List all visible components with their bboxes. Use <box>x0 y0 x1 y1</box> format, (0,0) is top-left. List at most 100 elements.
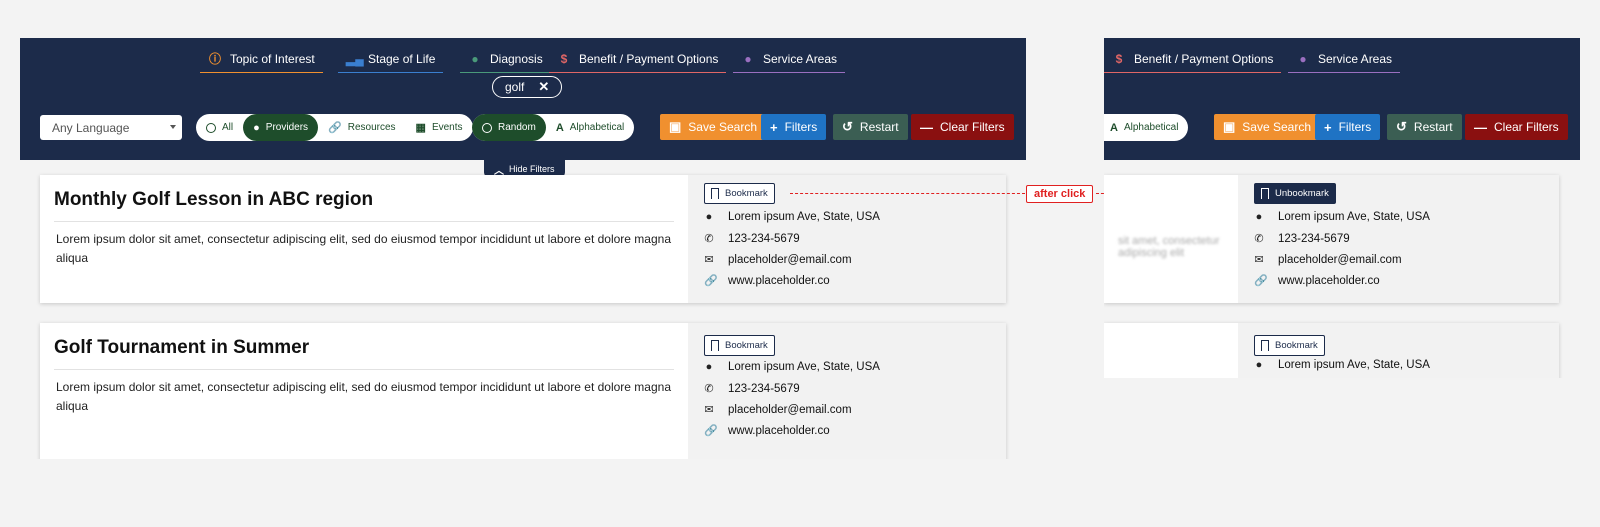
sort-filter-group: Random A Alphabetical <box>472 114 635 141</box>
plus-icon: + <box>1324 119 1332 135</box>
contact-website[interactable]: 🔗 www.placeholder.co <box>704 274 830 288</box>
contact-website[interactable]: 🔗 www.placeholder.co <box>704 424 830 438</box>
restart-button[interactable]: ↺ Restart <box>1387 114 1462 140</box>
save-icon: ▣ <box>669 119 682 134</box>
card-contact-panel: Bookmark ● Lorem ipsum Ave, State, USA ✆ 1… <box>688 323 1006 459</box>
tab-service-areas[interactable]: ● Service Areas <box>733 49 846 73</box>
map-marker-icon: ● <box>1255 359 1263 371</box>
contact-website[interactable]: 🔗 www.placeholder.co <box>1254 274 1380 288</box>
contact-email[interactable]: ✉ placeholder@email.com <box>704 403 852 417</box>
contact-email[interactable]: ✉ placeholder@email.com <box>704 253 851 267</box>
save-search-button[interactable]: ▣ Save Search <box>1214 114 1321 140</box>
type-providers[interactable]: ● Providers <box>243 114 319 141</box>
font-icon: A <box>1110 121 1118 134</box>
clear-filters-button[interactable]: — Clear Filters <box>1465 114 1568 140</box>
sort-random[interactable]: Random <box>472 114 546 141</box>
tab-label: Service Areas <box>763 51 838 66</box>
font-icon: A <box>555 121 564 134</box>
after-click-text: after click <box>1034 188 1086 200</box>
tab-benefit-payment[interactable]: $ Benefit / Payment Options <box>1104 49 1282 73</box>
type-events-label: Events <box>431 122 463 133</box>
filters-button[interactable]: + Filters <box>761 114 827 140</box>
tab-label: Benefit / Payment Options <box>579 51 719 66</box>
tab-diagnosis[interactable]: ● Diagnosis <box>460 49 551 73</box>
contact-phone[interactable]: ✆ 123-234-5679 <box>704 382 799 396</box>
person-icon: ● <box>253 121 260 134</box>
language-select[interactable]: Any Language <box>40 115 182 140</box>
contact-address: ● Lorem ipsum Ave, State, USA <box>704 211 880 223</box>
phone-text: 123-234-5679 <box>1278 232 1350 245</box>
result-card: Golf Tournament in Summer Lorem ipsum do… <box>40 323 1006 459</box>
link-icon: 🔗 <box>1254 275 1268 287</box>
type-resources-label: Resources <box>347 122 396 133</box>
result-card: sit amet, consectetur adipiscing elit Un… <box>1104 175 1559 303</box>
tab-label: Service Areas <box>1318 51 1393 66</box>
result-card: Monthly Golf Lesson in ABC region Lorem … <box>40 175 1006 303</box>
sort-alphabetical[interactable]: A Alphabetical <box>546 114 634 141</box>
contact-address: ● Lorem ipsum Ave, State, USA <box>1254 211 1430 223</box>
contact-phone[interactable]: ✆ 123-234-5679 <box>1254 232 1350 246</box>
map-marker-icon: ● <box>1255 211 1263 223</box>
chip-label: golf <box>505 80 525 94</box>
contact-phone[interactable]: ✆ 123-234-5679 <box>704 232 799 246</box>
card-main-blurred: sit amet, consectetur adipiscing elit <box>1104 175 1238 303</box>
restart-label: Restart <box>1413 120 1453 134</box>
info-icon: ⓘ <box>208 52 221 66</box>
bookmark-icon <box>1261 188 1269 199</box>
restart-label: Restart <box>859 120 899 134</box>
tab-benefit-payment[interactable]: $ Benefit / Payment Options <box>549 49 727 73</box>
unbookmark-button[interactable]: Unbookmark <box>1254 183 1336 204</box>
tab-topic-of-interest[interactable]: ⓘ Topic of Interest <box>200 49 323 73</box>
address-text: Lorem ipsum Ave, State, USA <box>1278 211 1430 223</box>
sort-random-label: Random <box>498 122 536 133</box>
restart-button[interactable]: ↺ Restart <box>833 114 908 140</box>
card-main: Golf Tournament in Summer Lorem ipsum do… <box>40 323 688 459</box>
filters-button[interactable]: + Filters <box>1315 114 1381 140</box>
phone-icon: ✆ <box>704 383 714 395</box>
tab-label: Benefit / Payment Options <box>1134 51 1274 66</box>
type-resources[interactable]: 🔗 Resources <box>318 114 406 141</box>
radio-icon <box>482 122 492 133</box>
filters-label: Filters <box>784 120 818 134</box>
card-title[interactable]: Golf Tournament in Summer <box>54 337 674 370</box>
tab-stage-of-life[interactable]: ▂▄ Stage of Life <box>338 49 444 73</box>
card-title[interactable]: Monthly Golf Lesson in ABC region <box>54 189 674 222</box>
tab-label: Diagnosis <box>490 51 543 66</box>
contact-email[interactable]: ✉ placeholder@email.com <box>1254 253 1401 267</box>
clear-filters-button[interactable]: — Clear Filters <box>911 114 1014 140</box>
card-contact-panel: Bookmark ● Lorem ipsum Ave, State, USA ✆ 1… <box>688 175 1006 303</box>
language-value: Any Language <box>52 120 130 135</box>
close-icon[interactable]: ✕ <box>538 79 549 95</box>
website-text: www.placeholder.co <box>728 424 830 437</box>
card-description: Lorem ipsum dolor sit amet, consectetur … <box>56 232 671 265</box>
type-filter-group: All ● Providers 🔗 Resources ▦ Events <box>196 114 473 141</box>
sort-alphabetical[interactable]: A Alphabetical <box>1104 114 1188 141</box>
phone-icon: ✆ <box>704 233 714 245</box>
card-contact-panel: Unbookmark ● Lorem ipsum Ave, State, USA … <box>1238 175 1559 303</box>
address-text: Lorem ipsum Ave, State, USA <box>1278 359 1430 371</box>
bookmark-button[interactable]: Bookmark <box>1254 335 1325 356</box>
link-icon: 🔗 <box>328 122 342 134</box>
bookmark-icon <box>1261 340 1269 351</box>
bookmark-button[interactable]: Bookmark <box>704 183 775 204</box>
address-text: Lorem ipsum Ave, State, USA <box>728 361 880 373</box>
type-events[interactable]: ▦ Events <box>406 114 473 141</box>
contact-address: ● Lorem ipsum Ave, State, USA <box>1254 359 1430 371</box>
save-search-button[interactable]: ▣ Save Search <box>660 114 767 140</box>
bookmark-button[interactable]: Bookmark <box>704 335 775 356</box>
type-all[interactable]: All <box>196 114 243 141</box>
phone-icon: ✆ <box>1254 233 1264 245</box>
filters-label: Filters <box>1338 120 1372 134</box>
before-state-panel: ⓘ Topic of Interest ▂▄ Stage of Life ● D… <box>20 38 1026 459</box>
envelope-icon: ✉ <box>704 404 714 416</box>
result-card: Bookmark ● Lorem ipsum Ave, State, USA <box>1104 323 1559 378</box>
save-label: Save Search <box>1242 120 1312 134</box>
email-text: placeholder@email.com <box>728 403 852 416</box>
minus-icon: — <box>1474 119 1487 135</box>
tab-label: Topic of Interest <box>230 51 315 66</box>
plus-icon: + <box>770 119 778 135</box>
caret-down-icon <box>170 125 176 129</box>
address-text: Lorem ipsum Ave, State, USA <box>728 211 880 223</box>
tab-service-areas[interactable]: ● Service Areas <box>1288 49 1401 73</box>
contact-address: ● Lorem ipsum Ave, State, USA <box>704 361 880 373</box>
